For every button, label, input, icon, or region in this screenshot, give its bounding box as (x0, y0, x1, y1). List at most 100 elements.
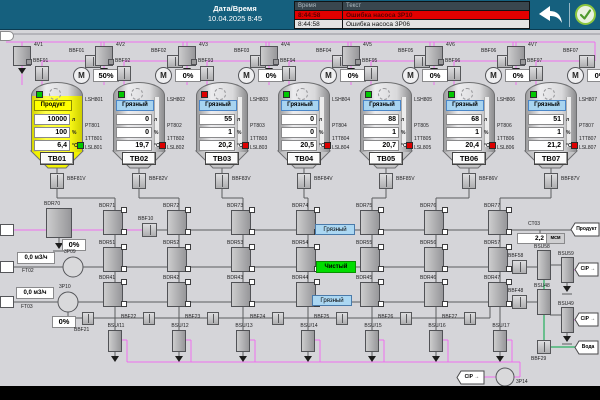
bsu-valve[interactable] (108, 330, 122, 352)
grid-valve-bdr[interactable] (103, 247, 123, 272)
drain-valve[interactable] (272, 312, 284, 325)
grid-valve-bdr[interactable] (360, 282, 380, 307)
tank-nameplate[interactable]: ТВ06 (452, 152, 486, 165)
agitator-motor[interactable]: M (238, 67, 255, 84)
alarm-ack-button[interactable] (575, 4, 596, 25)
grid-valve-bdr[interactable] (167, 210, 187, 235)
tank-outlet-valve[interactable] (462, 173, 476, 189)
agitator-motor[interactable]: M (567, 67, 584, 84)
grid-valve-bdr[interactable] (231, 210, 251, 235)
drain-valve[interactable] (207, 312, 219, 325)
tank-nameplate[interactable]: ТВ07 (534, 152, 568, 165)
tank-status-indicator (530, 91, 537, 98)
grid-valve-port (506, 279, 512, 285)
bsu-valve[interactable] (493, 330, 507, 352)
scada-screen: Дата/Время 10.04.2025 8:45 Время Текст 8… (0, 0, 600, 400)
tank-outlet-valve[interactable] (215, 173, 229, 189)
drain-valve[interactable] (464, 312, 476, 325)
bsu58-valve[interactable] (537, 250, 551, 280)
tank-percent-display: 100 (34, 127, 70, 138)
cip-connector-3: CIP → (464, 374, 480, 380)
grid-valve-bdr[interactable] (296, 247, 316, 272)
drain-valve[interactable] (400, 312, 412, 325)
agitator-motor[interactable]: M (320, 67, 337, 84)
bbf58-valve[interactable] (512, 260, 527, 274)
tank-nameplate[interactable]: ТВ02 (122, 152, 156, 165)
tank-volume-unit: л (401, 117, 405, 123)
grid-valve-bdr[interactable] (488, 282, 508, 307)
grid-valve-bdr[interactable] (424, 210, 444, 235)
tank-side-valve[interactable] (200, 66, 214, 81)
bsu48-valve[interactable] (537, 289, 551, 315)
bsu-valve[interactable] (301, 330, 315, 352)
pump-3p14[interactable] (496, 368, 514, 386)
tank-nameplate[interactable]: ТВ04 (287, 152, 321, 165)
agitator-motor[interactable]: M (73, 67, 90, 84)
tank-side-valve[interactable] (447, 66, 461, 81)
bbf10-valve[interactable] (142, 223, 157, 237)
grid-valve-bdr[interactable] (296, 210, 316, 235)
grid-valve-bdr[interactable] (103, 210, 123, 235)
header-bar: Дата/Время 10.04.2025 8:45 Время Текст 8… (0, 0, 600, 30)
grid-valve-bdr[interactable] (231, 247, 251, 272)
tank-nameplate[interactable]: ТВ03 (205, 152, 239, 165)
tank-temp-display: 19,7 (116, 140, 152, 151)
tank-status-indicator (201, 91, 208, 98)
alarm-row[interactable]: 8:44:58 Ошибка насоса 3Р06 (295, 19, 529, 28)
drain-valve[interactable] (336, 312, 348, 325)
grid-valve-bdr[interactable] (488, 247, 508, 272)
bbf29-valve[interactable] (537, 340, 551, 354)
grid-valve-port (442, 207, 448, 213)
tank-side-valve[interactable] (529, 66, 543, 81)
agitator-motor[interactable]: M (155, 67, 172, 84)
tank-outlet-valve[interactable] (379, 173, 393, 189)
alarm-time: 8:44:58 (295, 11, 343, 19)
grid-valve-bdr[interactable] (231, 282, 251, 307)
grid-valve-bdr[interactable] (360, 247, 380, 272)
pump-3p09[interactable] (63, 257, 83, 277)
tank-outlet-valve[interactable] (544, 173, 558, 189)
grid-valve-port (442, 266, 448, 272)
grid-valve-bdr[interactable] (167, 282, 187, 307)
bdr70-valve[interactable] (46, 208, 72, 238)
tank-nameplate[interactable]: ТВ05 (369, 152, 403, 165)
tank-top-valve-label: 4V1 (34, 42, 43, 48)
grid-valve-bdr[interactable] (424, 282, 444, 307)
edge-connector-left-3 (0, 296, 14, 308)
alarm-row-active[interactable]: 8:44:58 Ошибка насоса 3Р10 (295, 10, 529, 19)
bbf48-valve[interactable] (512, 295, 527, 309)
grid-valve-bdr[interactable] (360, 210, 380, 235)
bsu-valve[interactable] (429, 330, 443, 352)
tank-percent-display: 1 (363, 127, 399, 138)
back-button[interactable] (534, 4, 564, 26)
sensor-label-tt: 1TT801 (85, 136, 103, 142)
tank-side-valve[interactable] (282, 66, 296, 81)
tank-inlet-valve-label: BBF02 (151, 48, 167, 54)
tank-side-valve[interactable] (117, 66, 131, 81)
grid-valve-bdr[interactable] (167, 247, 187, 272)
grid-valve-bdr[interactable] (488, 210, 508, 235)
tank-inlet-valve[interactable] (579, 55, 595, 68)
bsu-valve-label: BSU/11 (107, 323, 125, 329)
agitator-motor[interactable]: M (485, 67, 502, 84)
bbf21-valve[interactable] (82, 312, 94, 325)
bsu59-valve[interactable] (561, 257, 574, 283)
cip-connector-1: CIP → (580, 266, 596, 272)
bsu-valve[interactable] (236, 330, 250, 352)
bsu-valve[interactable] (365, 330, 379, 352)
bsu-valve[interactable] (172, 330, 186, 352)
grid-valve-bdr[interactable] (103, 282, 123, 307)
bsu49-valve[interactable] (561, 307, 574, 333)
grid-valve-bdr[interactable] (424, 247, 444, 272)
tank-outlet-valve[interactable] (132, 173, 146, 189)
pump-3p10[interactable] (58, 292, 78, 312)
tank-outlet-valve[interactable] (297, 173, 311, 189)
tank-outlet-valve[interactable] (50, 173, 64, 189)
agitator-motor[interactable]: M (402, 67, 419, 84)
tank-side-valve[interactable] (364, 66, 378, 81)
tank-status-indicator (448, 91, 455, 98)
tank-nameplate[interactable]: ТВ01 (40, 152, 74, 165)
tank-outlet-valve-label: BBF85V (396, 176, 415, 182)
drain-valve[interactable] (143, 312, 155, 325)
tank-side-valve[interactable] (35, 66, 49, 81)
